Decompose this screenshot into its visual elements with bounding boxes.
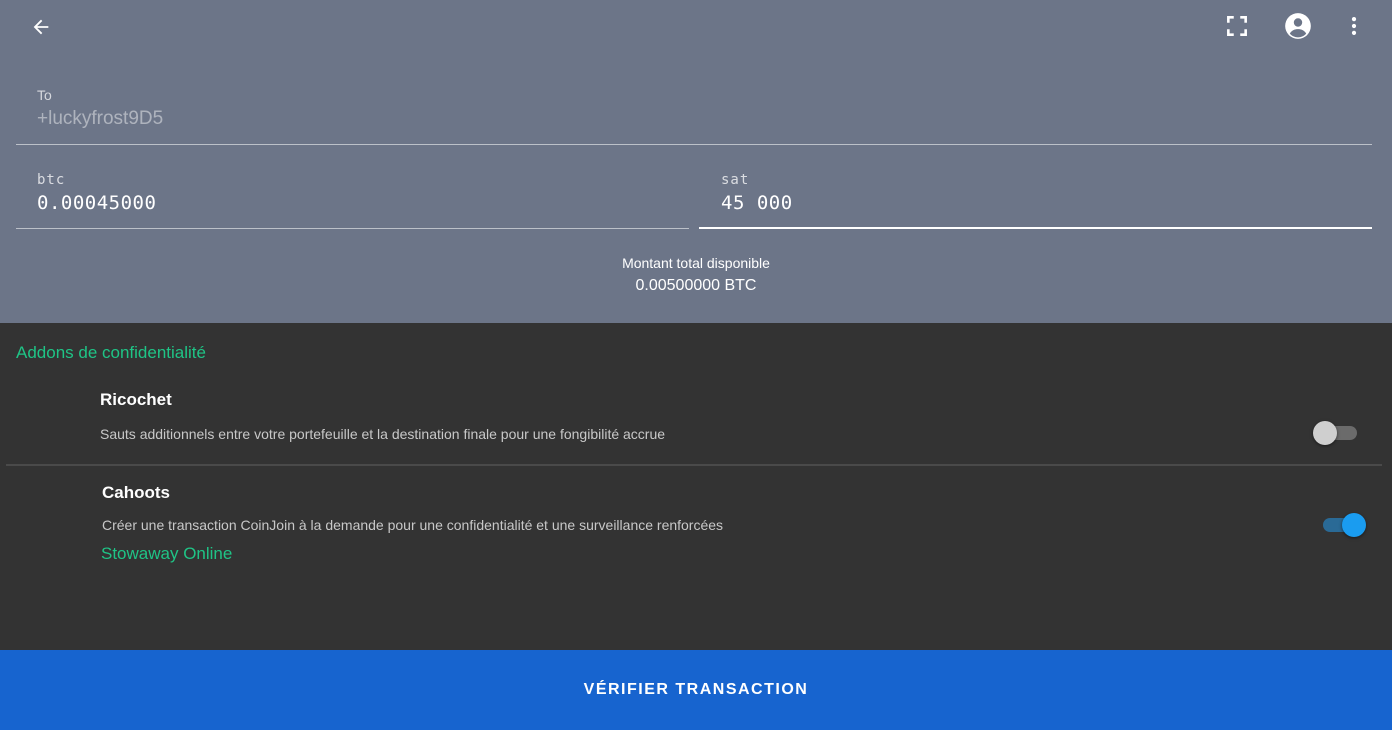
sat-field-underline [699, 227, 1372, 229]
sat-amount-input[interactable]: 45 000 [721, 192, 793, 214]
to-label: To [37, 87, 52, 103]
fullscreen-icon [1227, 16, 1247, 36]
sat-label: sat [721, 172, 750, 188]
privacy-addons-title: Addons de confidentialité [16, 343, 206, 362]
to-field-underline [16, 144, 1372, 145]
more-menu-button[interactable] [1338, 10, 1370, 42]
arrow-left-icon [33, 19, 49, 35]
ricochet-toggle[interactable] [1313, 419, 1359, 447]
cahoots-toggle[interactable] [1321, 511, 1367, 539]
cahoots-title: Cahoots [102, 483, 170, 502]
btc-amount-input[interactable]: 0.00045000 [37, 192, 156, 214]
ricochet-title: Ricochet [100, 390, 172, 409]
btc-field-underline [16, 228, 689, 229]
ricochet-toggle-thumb [1313, 421, 1337, 445]
verify-transaction-button[interactable]: VÉRIFIER TRANSACTION [0, 650, 1392, 730]
cahoots-type-selector[interactable]: Stowaway Online [101, 544, 232, 564]
account-circle-icon [1285, 13, 1311, 39]
fullscreen-button[interactable] [1221, 10, 1253, 42]
btc-label: btc [37, 172, 66, 188]
account-button[interactable] [1282, 10, 1314, 42]
back-button[interactable] [26, 12, 56, 42]
to-address-input[interactable]: +luckyfrost9D5 [37, 108, 163, 130]
cahoots-description: Créer une transaction CoinJoin à la dema… [102, 517, 724, 533]
send-form-panel: To +luckyfrost9D5 btc 0.00045000 sat 45 … [0, 0, 1392, 323]
cahoots-toggle-thumb [1342, 513, 1366, 537]
more-vert-icon [1351, 17, 1357, 35]
available-balance-value: 0.00500000 BTC [635, 277, 757, 294]
addon-divider [6, 464, 1382, 466]
available-balance-label: Montant total disponible [622, 255, 770, 271]
ricochet-description: Sauts additionnels entre votre portefeui… [100, 426, 666, 442]
